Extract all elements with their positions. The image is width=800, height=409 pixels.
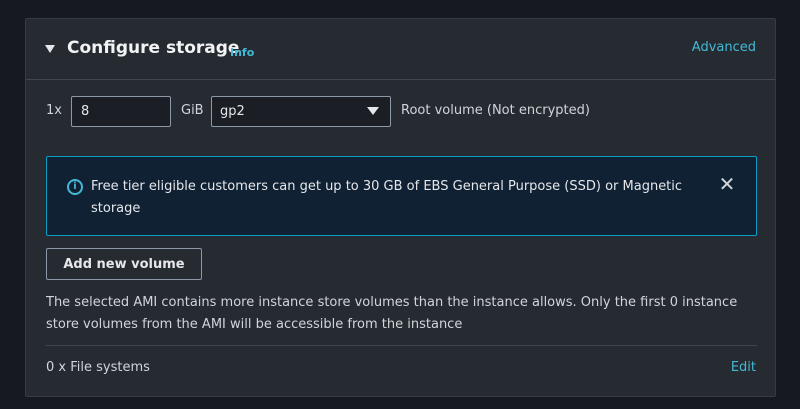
volume-size-input[interactable] [71,96,171,127]
volume-type-select[interactable]: gp2 [211,96,391,127]
add-new-volume-button[interactable]: Add new volume [46,248,202,280]
caret-down-icon [367,107,379,115]
volume-multiplier: 1x [46,103,62,118]
panel-header: Configure storage Info Advanced [26,19,775,80]
volume-type-value: gp2 [220,104,245,119]
close-icon[interactable]: ✕ [718,174,736,194]
edit-file-systems-link[interactable]: Edit [731,360,756,375]
root-volume-label: Root volume (Not encrypted) [401,103,590,118]
alert-text: Free tier eligible customers can get up … [91,179,683,216]
panel-title: Configure storage [67,38,240,58]
advanced-link[interactable]: Advanced [692,40,756,55]
collapse-caret-icon[interactable] [45,45,55,53]
volume-row: 1x GiB gp2 Root volume (Not encrypted) [46,96,746,127]
instance-store-note: The selected AMI contains more instance … [46,295,738,332]
free-tier-alert: i Free tier eligible customers can get u… [46,156,757,236]
info-link[interactable]: Info [230,46,254,59]
configure-storage-panel: Configure storage Info Advanced 1x GiB g… [25,18,776,397]
file-systems-label: 0 x File systems [46,360,150,375]
divider [46,345,757,346]
info-icon: i [67,179,83,195]
volume-unit-label: GiB [181,103,204,118]
